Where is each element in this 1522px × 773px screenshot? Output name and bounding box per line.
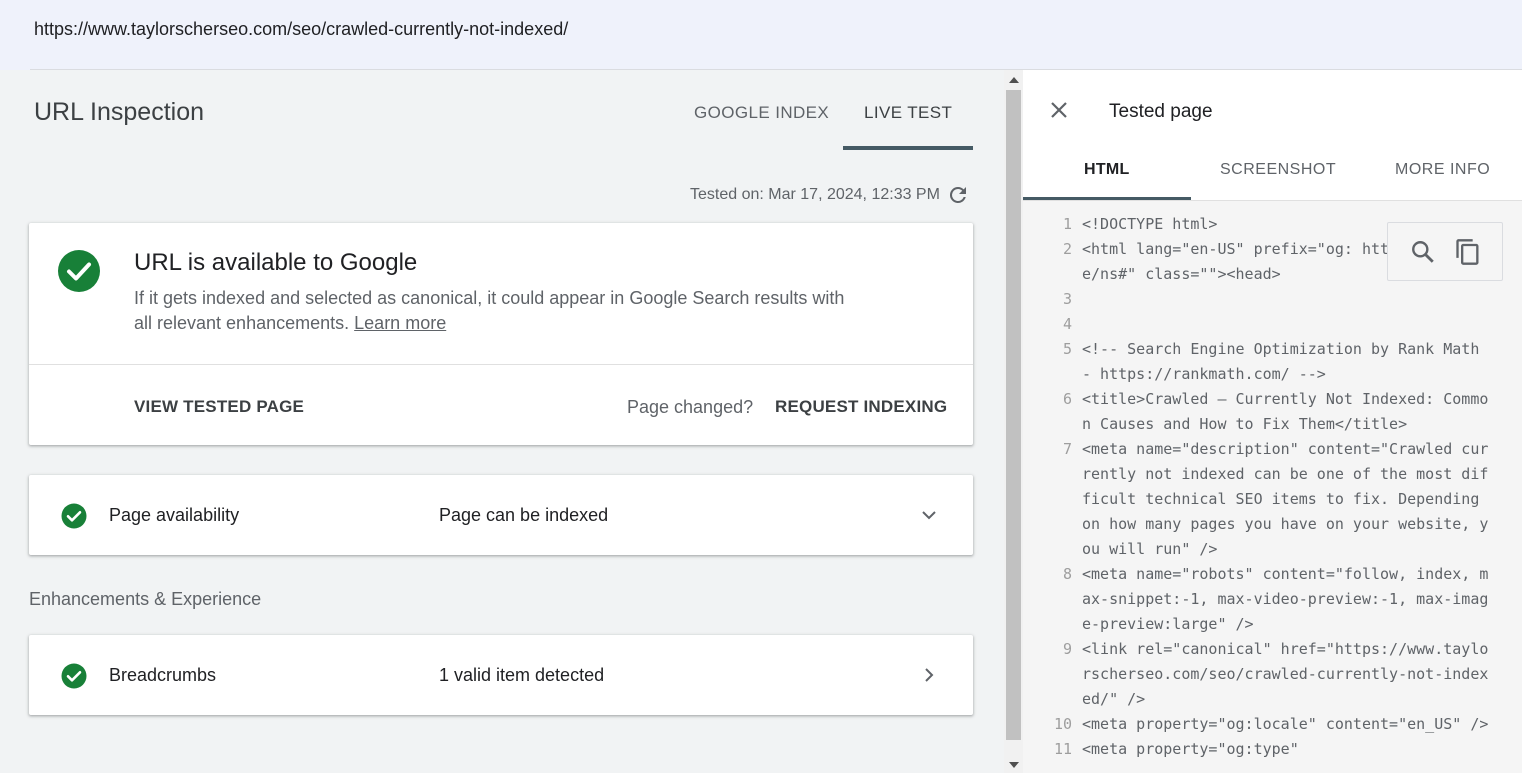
code-line-text: <link rel="canonical" href="https://www.…	[1082, 640, 1489, 708]
status-title: URL is available to Google	[134, 249, 418, 276]
code-line: 11 <meta property="og:type"	[1023, 737, 1522, 762]
code-line-number: 9	[1062, 640, 1072, 658]
check-circle-icon	[61, 503, 87, 529]
learn-more-link[interactable]: Learn more	[354, 313, 446, 333]
code-line: 7 <meta name="description" content="Crawl…	[1023, 437, 1522, 562]
url-bar: https://www.taylorscherseo.com/seo/crawl…	[0, 0, 1522, 69]
code-line-text	[1082, 312, 1492, 337]
request-indexing-button[interactable]: REQUEST INDEXING	[775, 397, 947, 417]
chevron-right-icon[interactable]	[917, 663, 941, 687]
chevron-down-icon[interactable]	[917, 503, 941, 527]
code-line-text: <meta property="og:type"	[1082, 740, 1299, 758]
tested-on-timestamp: Tested on: Mar 17, 2024, 12:33 PM	[690, 186, 940, 203]
check-circle-icon	[61, 663, 87, 689]
code-line: 3	[1023, 287, 1522, 312]
breadcrumbs-value: 1 valid item detected	[439, 665, 605, 685]
page-changed-label: Page changed?	[627, 397, 754, 417]
code-line-number: 1	[1062, 215, 1072, 233]
code-line: 6 <title>Crawled – Currently Not Indexed:…	[1023, 387, 1522, 437]
html-code-viewer[interactable]: 1 <!DOCTYPE html> 2 <html lang="en-US" pref…	[1023, 201, 1522, 773]
code-line: 5 <!-- Search Engine Optimization by Rank…	[1023, 337, 1522, 387]
scroll-up-arrow-icon[interactable]	[1009, 77, 1019, 83]
page-availability-row[interactable]: Page availability Page can be indexed	[29, 475, 973, 555]
status-description: If it gets indexed and selected as canon…	[134, 286, 854, 336]
code-line-number: 10	[1053, 715, 1072, 733]
code-line-text	[1082, 287, 1492, 312]
page-title: URL Inspection	[34, 98, 204, 126]
refresh-icon[interactable]	[946, 183, 970, 207]
code-line-number: 8	[1062, 565, 1072, 583]
code-line: 10 <meta property="og:locale" content="en…	[1023, 712, 1522, 737]
card-divider	[29, 364, 973, 365]
code-line-text: <title>Crawled – Currently Not Indexed: …	[1082, 390, 1489, 433]
tab-google-index[interactable]: GOOGLE INDEX	[694, 103, 829, 123]
scrollbar-thumb[interactable]	[1006, 90, 1021, 740]
availability-label: Page availability	[109, 505, 240, 525]
check-circle-icon	[58, 250, 100, 292]
breadcrumbs-label: Breadcrumbs	[109, 665, 217, 685]
code-line: 9 <link rel="canonical" href="https://www…	[1023, 637, 1522, 712]
inspected-url[interactable]: https://www.taylorscherseo.com/seo/crawl…	[34, 19, 568, 40]
inspection-pane: URL Inspection GOOGLE INDEX LIVE TEST Te…	[0, 70, 1004, 773]
code-line-number: 3	[1062, 290, 1072, 308]
code-lines: 1 <!DOCTYPE html> 2 <html lang="en-US" pref…	[1023, 212, 1522, 762]
panel-title: Tested page	[1109, 101, 1213, 122]
tab-html[interactable]: HTML	[1084, 161, 1130, 179]
code-line-number: 11	[1053, 740, 1072, 758]
tested-page-panel: Tested page HTML SCREENSHOT MORE INFO 1 <…	[1023, 70, 1522, 773]
tab-screenshot[interactable]: SCREENSHOT	[1220, 161, 1336, 179]
code-line-number: 7	[1062, 440, 1072, 458]
close-icon[interactable]	[1047, 98, 1071, 122]
code-line-number: 5	[1062, 340, 1072, 358]
code-line-text: <!-- Search Engine Optimization by Rank …	[1082, 340, 1489, 383]
code-line-text: <meta name="description" content="Crawle…	[1082, 440, 1489, 558]
breadcrumbs-row[interactable]: Breadcrumbs 1 valid item detected	[29, 635, 973, 715]
copy-icon[interactable]	[1454, 238, 1482, 266]
code-line-text: <meta name="robots" content="follow, ind…	[1082, 565, 1489, 633]
tab-more-info[interactable]: MORE INFO	[1395, 161, 1490, 179]
tab-live-test[interactable]: LIVE TEST	[864, 103, 952, 123]
enhancements-heading: Enhancements & Experience	[29, 589, 262, 609]
search-icon[interactable]	[1410, 239, 1436, 265]
active-tab-indicator	[843, 146, 973, 150]
code-line-number: 4	[1062, 315, 1072, 333]
code-line-number: 2	[1062, 240, 1072, 258]
code-line-number: 6	[1062, 390, 1072, 408]
code-tools	[1387, 222, 1503, 281]
code-line: 8 <meta name="robots" content="follow, in…	[1023, 562, 1522, 637]
code-line: 4	[1023, 312, 1522, 337]
scroll-down-arrow-icon[interactable]	[1009, 762, 1019, 768]
status-description-text: If it gets indexed and selected as canon…	[134, 288, 845, 333]
availability-value: Page can be indexed	[439, 505, 609, 525]
view-tested-page-button[interactable]: VIEW TESTED PAGE	[134, 397, 304, 417]
url-status-card: URL is available to Google If it gets in…	[29, 223, 973, 445]
code-line-text: <meta property="og:locale" content="en_U…	[1082, 715, 1489, 733]
